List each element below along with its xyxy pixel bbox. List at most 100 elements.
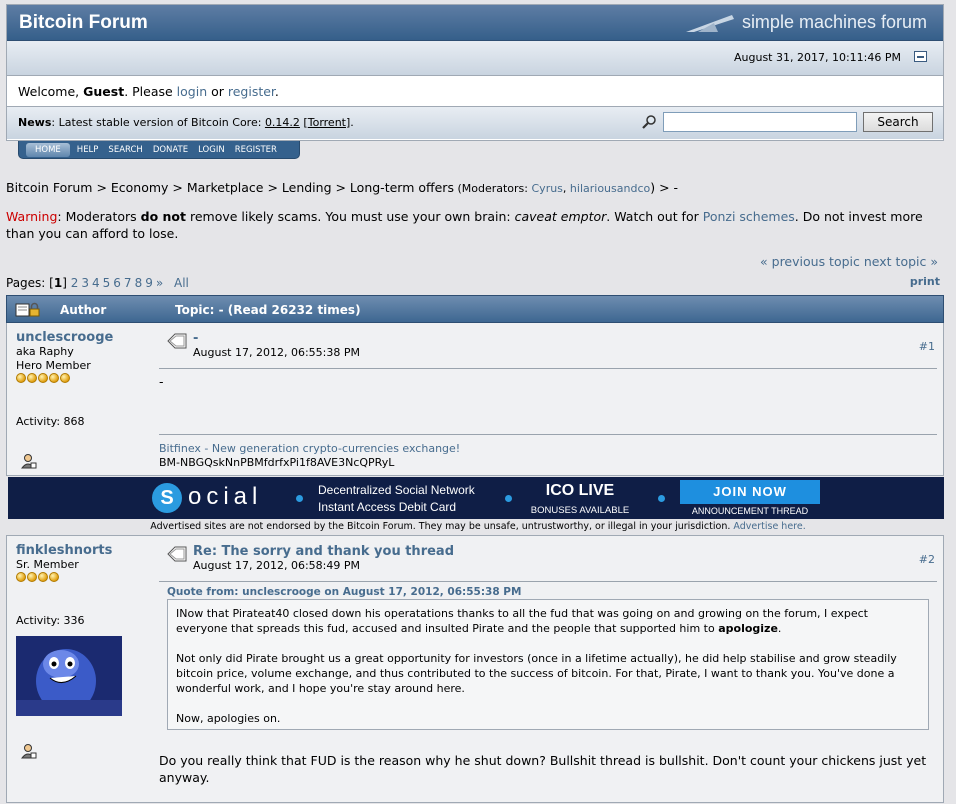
smf-logo-icon — [685, 14, 734, 32]
ad-line-1: Decentralized Social Network — [318, 483, 475, 497]
poster-info: finkleshnorts Sr. Member Activity: 336 — [16, 544, 156, 628]
next-topic-link[interactable]: next topic » — [864, 254, 938, 269]
menu-register[interactable]: REGISTER — [230, 143, 282, 157]
profile-icon[interactable] — [21, 743, 37, 759]
page-link[interactable]: 4 — [92, 276, 100, 290]
profile-icon[interactable] — [21, 453, 37, 469]
ad-banner[interactable]: S ocial Decentralized Social Network Ins… — [8, 477, 944, 519]
post-text: Do you really think that FUD is the reas… — [159, 753, 927, 785]
register-link[interactable]: register — [228, 84, 275, 99]
poster-username[interactable]: unclescrooge — [16, 330, 113, 345]
ad-dot — [296, 495, 303, 502]
torrent-open: [ — [299, 116, 308, 129]
search-input[interactable] — [663, 112, 857, 132]
signature-separator — [159, 434, 937, 435]
menu-donate[interactable]: DONATE — [148, 143, 193, 157]
quote-text-3: Now, apologies on. — [176, 712, 281, 725]
collapse-icon[interactable] — [914, 51, 927, 62]
ad-features: Decentralized Social Network Instant Acc… — [318, 482, 475, 516]
post-body: Re: The sorry and thank you thread Augus… — [159, 536, 937, 804]
post-number[interactable]: #2 — [919, 553, 935, 566]
forum-header: Bitcoin Forum simple machines forum Augu… — [6, 4, 944, 141]
moderator-link-1[interactable]: Cyrus — [532, 182, 563, 195]
login-link[interactable]: login — [177, 84, 207, 99]
post-subject[interactable]: - — [193, 331, 198, 346]
post-number[interactable]: #1 — [919, 340, 935, 353]
poster-rank: Sr. Member — [16, 558, 79, 571]
pages-close: ] — [62, 276, 67, 290]
poster-aka: aka Raphy — [16, 345, 74, 358]
page-link[interactable]: 3 — [81, 276, 89, 290]
title-bar: Bitcoin Forum simple machines forum — [7, 5, 943, 41]
page-next-link[interactable]: » — [156, 276, 163, 290]
author-column-header: Author — [60, 303, 107, 317]
page-link[interactable]: 7 — [124, 276, 132, 290]
poster-activity: Activity: 336 — [16, 614, 85, 627]
menu-help[interactable]: HELP — [72, 143, 104, 157]
page-link[interactable]: 8 — [135, 276, 143, 290]
post-body: - August 17, 2012, 06:55:38 PM #1 - Bitf… — [159, 323, 937, 476]
quote-text-1c: . — [777, 622, 782, 635]
topic-nav: « previous topic next topic » — [760, 254, 938, 269]
previous-topic-link[interactable]: « previous topic — [760, 254, 860, 269]
page-link[interactable]: 2 — [71, 276, 79, 290]
page-link[interactable]: 5 — [103, 276, 111, 290]
avatar — [16, 636, 122, 716]
news-label: News — [18, 116, 52, 129]
scam-warning: Warning: Moderators do not remove likely… — [6, 208, 946, 242]
search-icon — [642, 115, 656, 129]
ad-brand: ocial — [188, 483, 263, 510]
signature-link[interactable]: Bitfinex - New generation crypto-currenc… — [159, 442, 460, 455]
poster-rank: Hero Member — [16, 359, 91, 372]
ad-dot — [505, 495, 512, 502]
post-text: - — [159, 374, 164, 389]
mods-sep: , — [562, 182, 570, 195]
warning-label: Warning — [6, 209, 58, 224]
torrent-link[interactable]: Torrent — [308, 116, 346, 129]
breadcrumb-path[interactable]: Bitcoin Forum > Economy > Marketplace > … — [6, 180, 454, 195]
rank-stars — [16, 373, 71, 386]
ad-line-2: Instant Access Debit Card — [318, 500, 457, 514]
welcome-middle: . Please — [124, 84, 177, 99]
quote-header[interactable]: Quote from: unclescrooge on August 17, 2… — [167, 586, 521, 598]
menu-home[interactable]: HOME — [26, 142, 70, 157]
page-link[interactable]: 9 — [145, 276, 153, 290]
current-page: 1 — [53, 276, 63, 290]
signature-code: BM-NBGQskNnPBMfdrfxPi1f8AVE3NcQPRyL — [159, 456, 395, 469]
pages-label: Pages: [ — [6, 276, 54, 290]
warning-text-1: : Moderators — [57, 209, 141, 224]
page-link[interactable]: 6 — [113, 276, 121, 290]
moderator-link-2[interactable]: hilariousandco — [570, 182, 650, 195]
post-separator — [159, 581, 937, 582]
avatar-image — [16, 636, 122, 716]
ad-dot — [658, 495, 665, 502]
poster-username[interactable]: finkleshnorts — [16, 543, 112, 558]
ad-ico-live: ICO LIVE — [545, 482, 615, 499]
news-row: News: Latest stable version of Bitcoin C… — [7, 107, 943, 139]
post-subject[interactable]: Re: The sorry and thank you thread — [193, 544, 454, 559]
ad-disclaimer-text: Advertised sites are not endorsed by the… — [150, 521, 734, 532]
message-icon — [167, 333, 187, 349]
version-link[interactable]: 0.14.2 — [265, 116, 300, 129]
ad-logo-icon: S — [152, 483, 182, 513]
warning-text-3: . Watch out for — [606, 209, 703, 224]
forum-title[interactable]: Bitcoin Forum — [19, 12, 148, 34]
current-datetime: August 31, 2017, 10:11:46 PM — [734, 51, 901, 64]
smf-logo[interactable]: simple machines forum — [684, 12, 927, 33]
ad-announcement[interactable]: ANNOUNCEMENT THREAD — [680, 506, 820, 516]
poster-activity: Activity: 868 — [16, 415, 85, 428]
page-all-link[interactable]: All — [174, 276, 189, 290]
search-button[interactable]: Search — [863, 112, 933, 132]
menu-login[interactable]: LOGIN — [193, 143, 230, 157]
pagination: Pages: [1] 2 3 4 5 6 7 8 9» All — [6, 276, 192, 290]
smf-logo-text: simple machines forum — [741, 12, 927, 32]
ponzi-link[interactable]: Ponzi schemes — [703, 209, 795, 224]
post-1: unclescrooge aka Raphy Hero Member Activ… — [6, 323, 944, 476]
warning-bold: do not — [140, 209, 186, 224]
ad-join-button[interactable]: JOIN NOW — [680, 480, 820, 504]
menu-search[interactable]: SEARCH — [103, 143, 147, 157]
mods-suffix: ) > - — [650, 180, 679, 195]
print-link[interactable]: print — [910, 275, 940, 288]
advertise-link[interactable]: Advertise here. — [733, 521, 805, 532]
ad-disclaimer: Advertised sites are not endorsed by the… — [0, 521, 956, 532]
